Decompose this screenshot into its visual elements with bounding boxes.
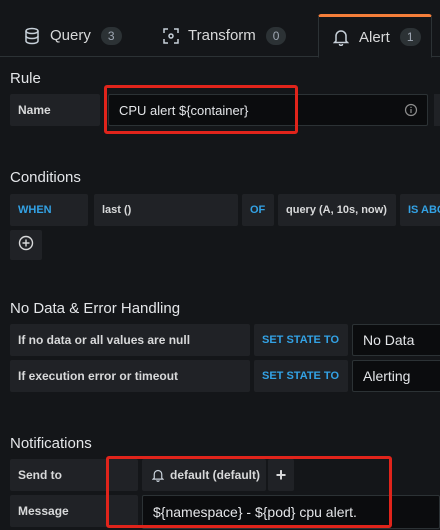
tab-alert-count: 1 xyxy=(399,28,421,46)
when-keyword[interactable]: WHEN xyxy=(10,194,88,226)
of-keyword: OF xyxy=(242,194,274,226)
reducer-select[interactable]: last () xyxy=(94,194,238,226)
highlight-name xyxy=(104,85,298,134)
nodata-set-state: SET STATE TO xyxy=(254,324,348,356)
tab-transform[interactable]: Transform 0 xyxy=(162,14,287,57)
database-icon xyxy=(24,27,42,45)
tab-query[interactable]: Query 3 xyxy=(24,14,122,57)
evaluator-select[interactable]: IS ABO xyxy=(400,194,440,226)
notifications-heading: Notifications xyxy=(10,435,92,452)
error-label: If execution error or timeout xyxy=(10,360,250,392)
conditions-heading: Conditions xyxy=(10,169,81,186)
query-select[interactable]: query (A, 10s, now) xyxy=(278,194,396,226)
error-state-value: Alerting xyxy=(363,368,411,384)
tab-transform-label: Transform xyxy=(188,27,256,44)
error-state-select[interactable]: Alerting xyxy=(352,360,440,392)
plus-circle-icon xyxy=(18,235,34,256)
tab-query-count: 3 xyxy=(100,26,122,45)
nodata-label: If no data or all values are null xyxy=(10,324,250,356)
info-icon[interactable] xyxy=(404,103,418,117)
error-set-state: SET STATE TO xyxy=(254,360,348,392)
bell-icon xyxy=(333,28,351,46)
rule-heading: Rule xyxy=(10,70,41,87)
nodata-state-value: No Data xyxy=(363,332,415,348)
tab-query-label: Query xyxy=(50,27,91,44)
highlight-notifications xyxy=(106,456,392,528)
add-condition-button[interactable] xyxy=(10,230,42,260)
tab-alert[interactable]: Alert 1 xyxy=(318,14,432,58)
tab-transform-count: 0 xyxy=(265,26,287,45)
transform-icon xyxy=(162,27,180,45)
nodata-state-select[interactable]: No Data xyxy=(352,324,440,356)
nodata-heading: No Data & Error Handling xyxy=(10,300,181,317)
tab-alert-label: Alert xyxy=(359,28,390,46)
name-label: Name xyxy=(10,94,100,126)
name-extra-cell xyxy=(434,94,440,126)
